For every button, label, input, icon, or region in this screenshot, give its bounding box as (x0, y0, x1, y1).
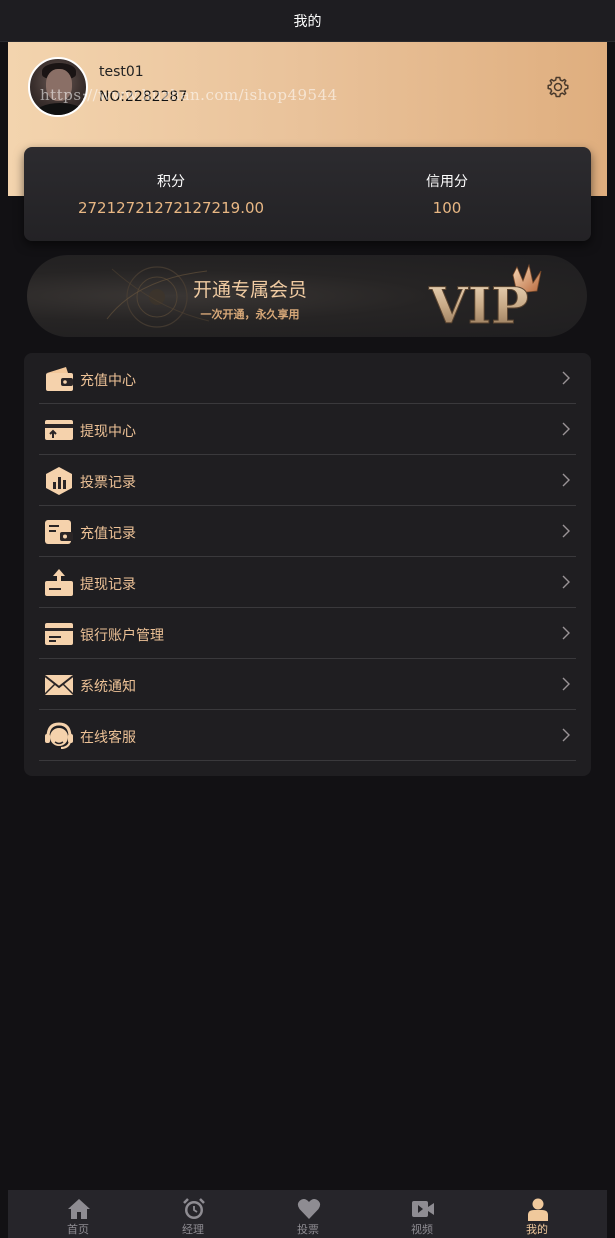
svg-text:VIP: VIP (428, 276, 529, 333)
tab-label: 首页 (67, 1223, 89, 1236)
video-camera-icon (412, 1201, 434, 1217)
vip-subtitle: 一次开通，永久享用 (200, 308, 300, 321)
points-value: 27212721272127219.00 (77, 199, 265, 217)
page-title: 我的 (293, 13, 322, 30)
menu-item-recharge-records[interactable]: 充值记录 (39, 506, 576, 557)
chevron-right-icon (562, 524, 570, 538)
tab-label: 经理 (182, 1223, 204, 1236)
wallet-icon (46, 367, 73, 391)
bar-chart-hexagon-icon (46, 467, 72, 495)
headset-icon (45, 722, 73, 749)
menu-item-online-service[interactable]: 在线客服 (39, 710, 576, 761)
tab-mine[interactable]: 我的 (487, 1190, 587, 1238)
heart-icon (297, 1199, 321, 1219)
chevron-right-icon (562, 728, 570, 742)
menu-item-label: 银行账户管理 (80, 628, 164, 644)
upload-tray-icon (45, 569, 73, 596)
vip-logo: VIP (428, 263, 542, 333)
user-icon (528, 1198, 548, 1221)
wallet-record-icon (45, 520, 73, 544)
menu-item-label: 充值记录 (80, 526, 136, 542)
menu-item-label: 提现中心 (80, 424, 136, 440)
chevron-right-icon (562, 422, 570, 436)
avatar-shoulders (34, 103, 86, 115)
bottom-tab-bar: 首页 经理 投票 视频 我的 (8, 1190, 607, 1238)
menu-item-system-notice[interactable]: 系统通知 (39, 659, 576, 710)
menu-item-vote-records[interactable]: 投票记录 (39, 455, 576, 506)
tab-vote[interactable]: 投票 (258, 1190, 358, 1238)
tab-label: 我的 (526, 1223, 548, 1236)
menu-item-label: 投票记录 (80, 475, 136, 491)
menu-item-withdraw-center[interactable]: 提现中心 (39, 404, 576, 455)
menu-card: 充值中心 提现中心 投票记录 充值记录 提现记录 银行账户管理 系统通知 在线客… (24, 353, 591, 776)
vip-title: 开通专属会员 (192, 279, 307, 301)
stats-card: 积分 27212721272127219.00 信用分 100 (24, 147, 591, 241)
menu-item-label: 在线客服 (80, 730, 136, 746)
tab-manager[interactable]: 经理 (143, 1190, 243, 1238)
home-icon (68, 1199, 90, 1219)
watermark: https://www.huzhan.com/ishop49544 (40, 86, 338, 104)
points-label: 积分 (157, 174, 185, 190)
bank-card-icon (45, 623, 73, 645)
vip-banner[interactable]: 开通专属会员 一次开通，永久享用 VIP (27, 255, 587, 337)
withdraw-card-icon (45, 420, 73, 440)
chevron-right-icon (562, 677, 570, 691)
menu-item-withdraw-records[interactable]: 提现记录 (39, 557, 576, 608)
chevron-right-icon (562, 473, 570, 487)
chevron-right-icon (562, 575, 570, 589)
settings-icon[interactable] (546, 75, 570, 99)
tab-home[interactable]: 首页 (28, 1190, 128, 1238)
chevron-right-icon (562, 371, 570, 385)
credit-label: 信用分 (426, 174, 468, 190)
menu-item-label: 充值中心 (80, 373, 136, 389)
menu-item-bank-account[interactable]: 银行账户管理 (39, 608, 576, 659)
envelope-icon (44, 675, 74, 695)
menu-item-label: 提现记录 (80, 577, 136, 593)
tab-video[interactable]: 视频 (372, 1190, 472, 1238)
tab-label: 投票 (297, 1223, 319, 1236)
menu-item-label: 系统通知 (80, 679, 136, 695)
alarm-clock-icon (183, 1198, 205, 1219)
credit-value: 100 (432, 199, 462, 217)
top-header: 我的 (0, 0, 615, 42)
username: test01 (99, 64, 144, 80)
tab-label: 视频 (411, 1223, 433, 1236)
menu-item-recharge-center[interactable]: 充值中心 (39, 353, 576, 404)
chevron-right-icon (562, 626, 570, 640)
